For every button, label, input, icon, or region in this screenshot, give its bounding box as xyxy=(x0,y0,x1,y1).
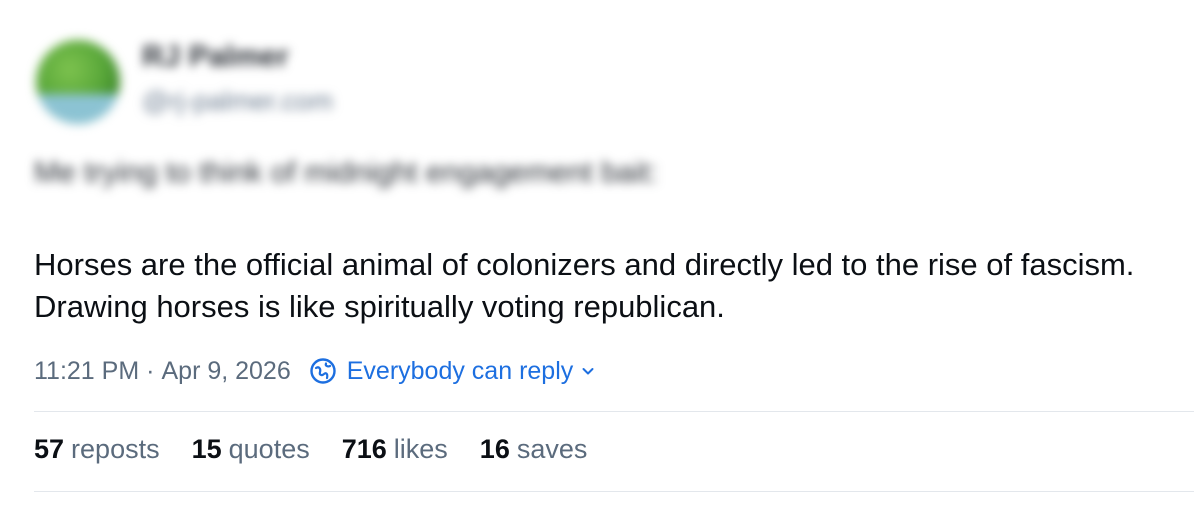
divider xyxy=(34,411,1194,412)
divider xyxy=(34,491,1194,492)
globe-icon xyxy=(310,358,336,384)
reply-setting-label: Everybody can reply xyxy=(346,356,574,385)
reply-setting-button[interactable]: Everybody can reply xyxy=(309,357,596,386)
stat-label: likes xyxy=(393,434,448,464)
chevron-down-icon xyxy=(582,368,594,375)
author-handle[interactable]: @rj-palmer.com xyxy=(142,86,333,117)
avatar-band xyxy=(36,94,120,124)
post-body: Horses are the official animal of coloni… xyxy=(34,247,1135,324)
stat-count: 57 xyxy=(34,434,65,464)
post-intro-line: Me trying to think of midnight engagemen… xyxy=(34,156,658,189)
post-meta: 11:21 PM · Apr 9, 2026 Everybody can rep… xyxy=(34,354,595,388)
post-time[interactable]: 11:21 PM xyxy=(34,357,139,386)
stat-label: quotes xyxy=(228,434,310,464)
avatar[interactable] xyxy=(36,40,120,124)
stat-saves[interactable]: 16 saves xyxy=(480,434,588,465)
meta-separator: · xyxy=(146,356,155,385)
stat-count: 15 xyxy=(191,434,222,464)
engagement-stats: 57 reposts 15 quotes 716 likes 16 saves xyxy=(34,434,619,465)
post-date[interactable]: Apr 9, 2026 xyxy=(161,357,290,386)
stat-count: 716 xyxy=(341,434,387,464)
post-thread-view: RJ Palmer @rj-palmer.com Me trying to th… xyxy=(0,0,1200,516)
stat-reposts[interactable]: 57 reposts xyxy=(34,434,160,465)
stat-quotes[interactable]: 15 quotes xyxy=(192,434,310,465)
stat-count: 16 xyxy=(479,434,510,464)
stat-likes[interactable]: 716 likes xyxy=(342,434,448,465)
author-display-name[interactable]: RJ Palmer xyxy=(142,40,289,74)
stat-label: reposts xyxy=(71,434,160,464)
stat-label: saves xyxy=(516,434,588,464)
